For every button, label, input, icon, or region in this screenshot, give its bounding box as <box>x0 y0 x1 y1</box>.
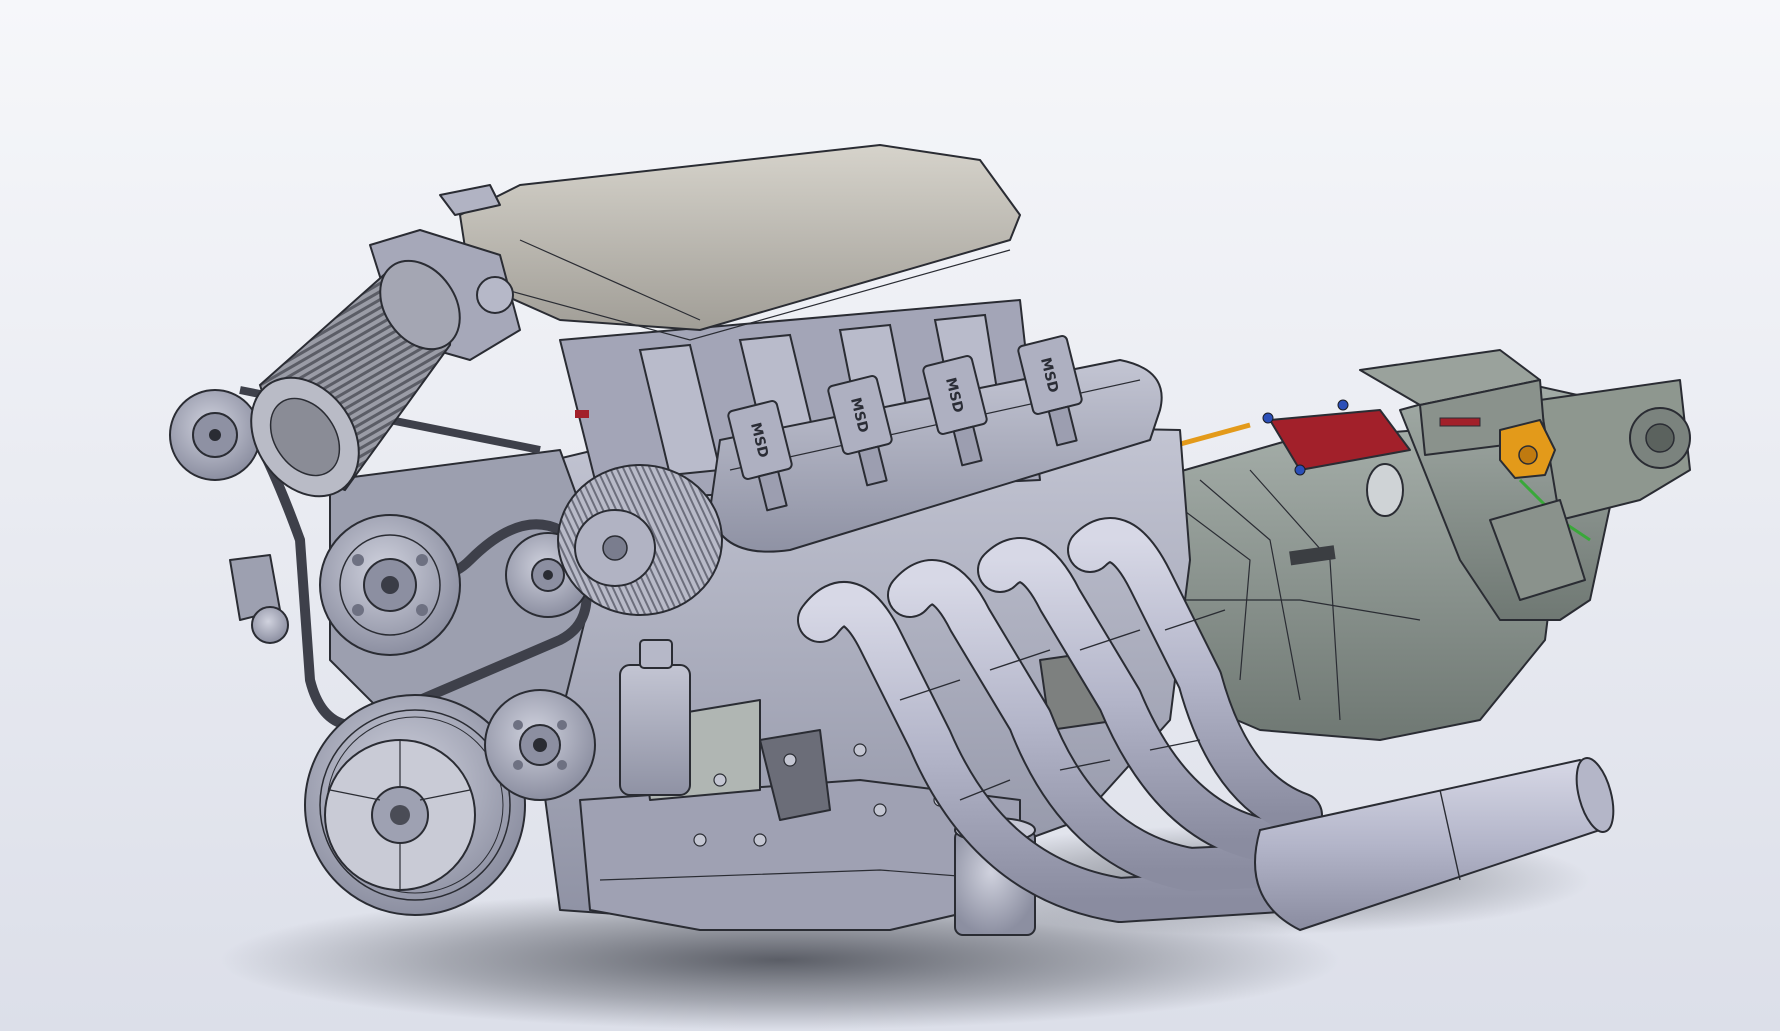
pulley-icon <box>169 389 261 481</box>
fitting-blue <box>1262 412 1274 424</box>
alternator-icon <box>557 464 723 616</box>
fitting-blue <box>1337 399 1349 411</box>
cad-viewport[interactable]: MSD MSD MSD MSD <box>0 0 1780 1031</box>
pulley-icon <box>319 514 461 656</box>
sight-glass <box>1366 463 1404 517</box>
pulley-icon <box>484 689 596 801</box>
fitting-blue <box>1294 464 1306 476</box>
